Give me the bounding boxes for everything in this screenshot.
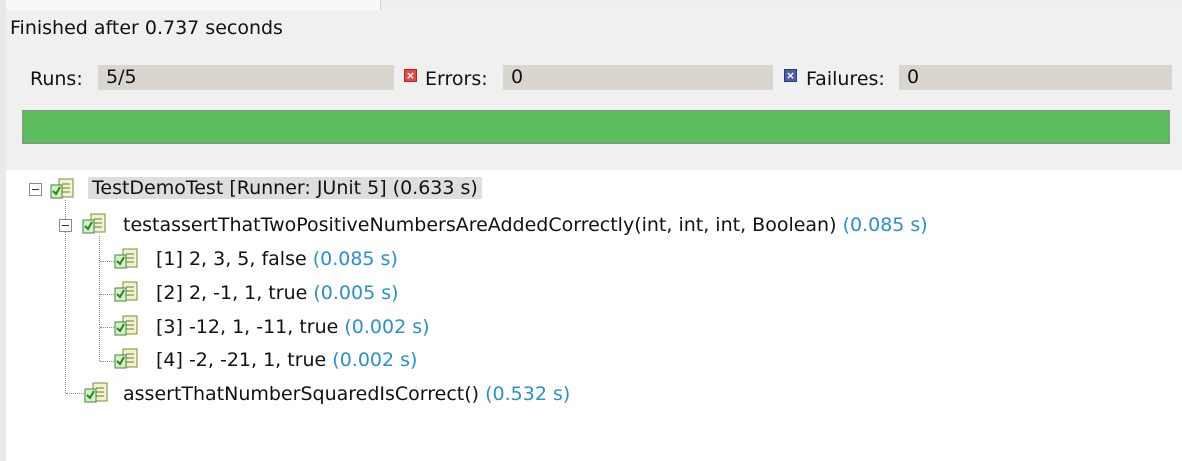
tree-guide xyxy=(100,327,114,328)
tree-node-test[interactable]: assertThatNumberSquaredIsCorrect() (0.53… xyxy=(123,380,570,408)
tree-node-time: (0.002 s) xyxy=(344,316,430,338)
errors-value: 0 xyxy=(503,65,773,90)
tree-node-time: (0.085 s) xyxy=(312,248,398,270)
tree-node-label: [1] 2, 3, 5, false xyxy=(156,248,307,270)
tree-node-time: (0.532 s) xyxy=(485,383,571,405)
tree-node-time: (0.002 s) xyxy=(332,349,418,371)
tree-node-case[interactable]: [3] -12, 1, -11, true (0.002 s) xyxy=(156,313,430,341)
tree-node-label: testassertThatTwoPositiveNumbersAreAdded… xyxy=(123,214,837,236)
test-pass-icon xyxy=(50,178,74,199)
tree-guide xyxy=(99,236,100,361)
test-pass-icon xyxy=(84,382,108,403)
failures-value: 0 xyxy=(899,65,1172,90)
view-tab[interactable] xyxy=(4,0,381,10)
tree-node-time: (0.005 s) xyxy=(313,282,399,304)
test-pass-icon xyxy=(114,281,138,302)
tree-node-label: [4] -2, -21, 1, true xyxy=(156,349,327,371)
tree-guide xyxy=(100,261,114,262)
test-pass-icon xyxy=(114,348,138,369)
tree-guide xyxy=(100,294,114,295)
test-pass-icon xyxy=(114,315,138,336)
progress-bar xyxy=(22,110,1170,144)
errors-label: Errors: xyxy=(425,68,488,90)
tree-node-label: [2] 2, -1, 1, true xyxy=(156,282,308,304)
tree-node-test[interactable]: testassertThatTwoPositiveNumbersAreAdded… xyxy=(123,211,928,239)
tree-node-root[interactable]: TestDemoTest [Runner: JUnit 5] (0.633 s) xyxy=(88,174,482,202)
failures-label: Failures: xyxy=(806,68,885,90)
tree-node-label: [3] -12, 1, -11, true xyxy=(156,316,339,338)
collapse-icon[interactable] xyxy=(29,183,42,196)
collapse-icon[interactable] xyxy=(59,219,72,232)
test-pass-icon xyxy=(114,248,138,269)
tree-guide xyxy=(100,361,114,362)
tree-node-case[interactable]: [2] 2, -1, 1, true (0.005 s) xyxy=(156,279,399,307)
failure-icon: × xyxy=(784,69,797,82)
tree-node-case[interactable]: [4] -2, -21, 1, true (0.002 s) xyxy=(156,346,417,374)
tree-node-label: TestDemoTest [Runner: JUnit 5] (0.633 s) xyxy=(88,177,482,199)
tree-node-case[interactable]: [1] 2, 3, 5, false (0.085 s) xyxy=(156,245,398,273)
tree-node-time: (0.085 s) xyxy=(842,214,928,236)
error-icon: × xyxy=(404,69,417,82)
runs-label: Runs: xyxy=(30,68,83,90)
test-pass-icon xyxy=(82,213,106,234)
runs-value: 5/5 xyxy=(98,65,394,90)
finished-status: Finished after 0.737 seconds xyxy=(10,17,283,39)
tree-node-label: assertThatNumberSquaredIsCorrect() xyxy=(123,383,480,405)
